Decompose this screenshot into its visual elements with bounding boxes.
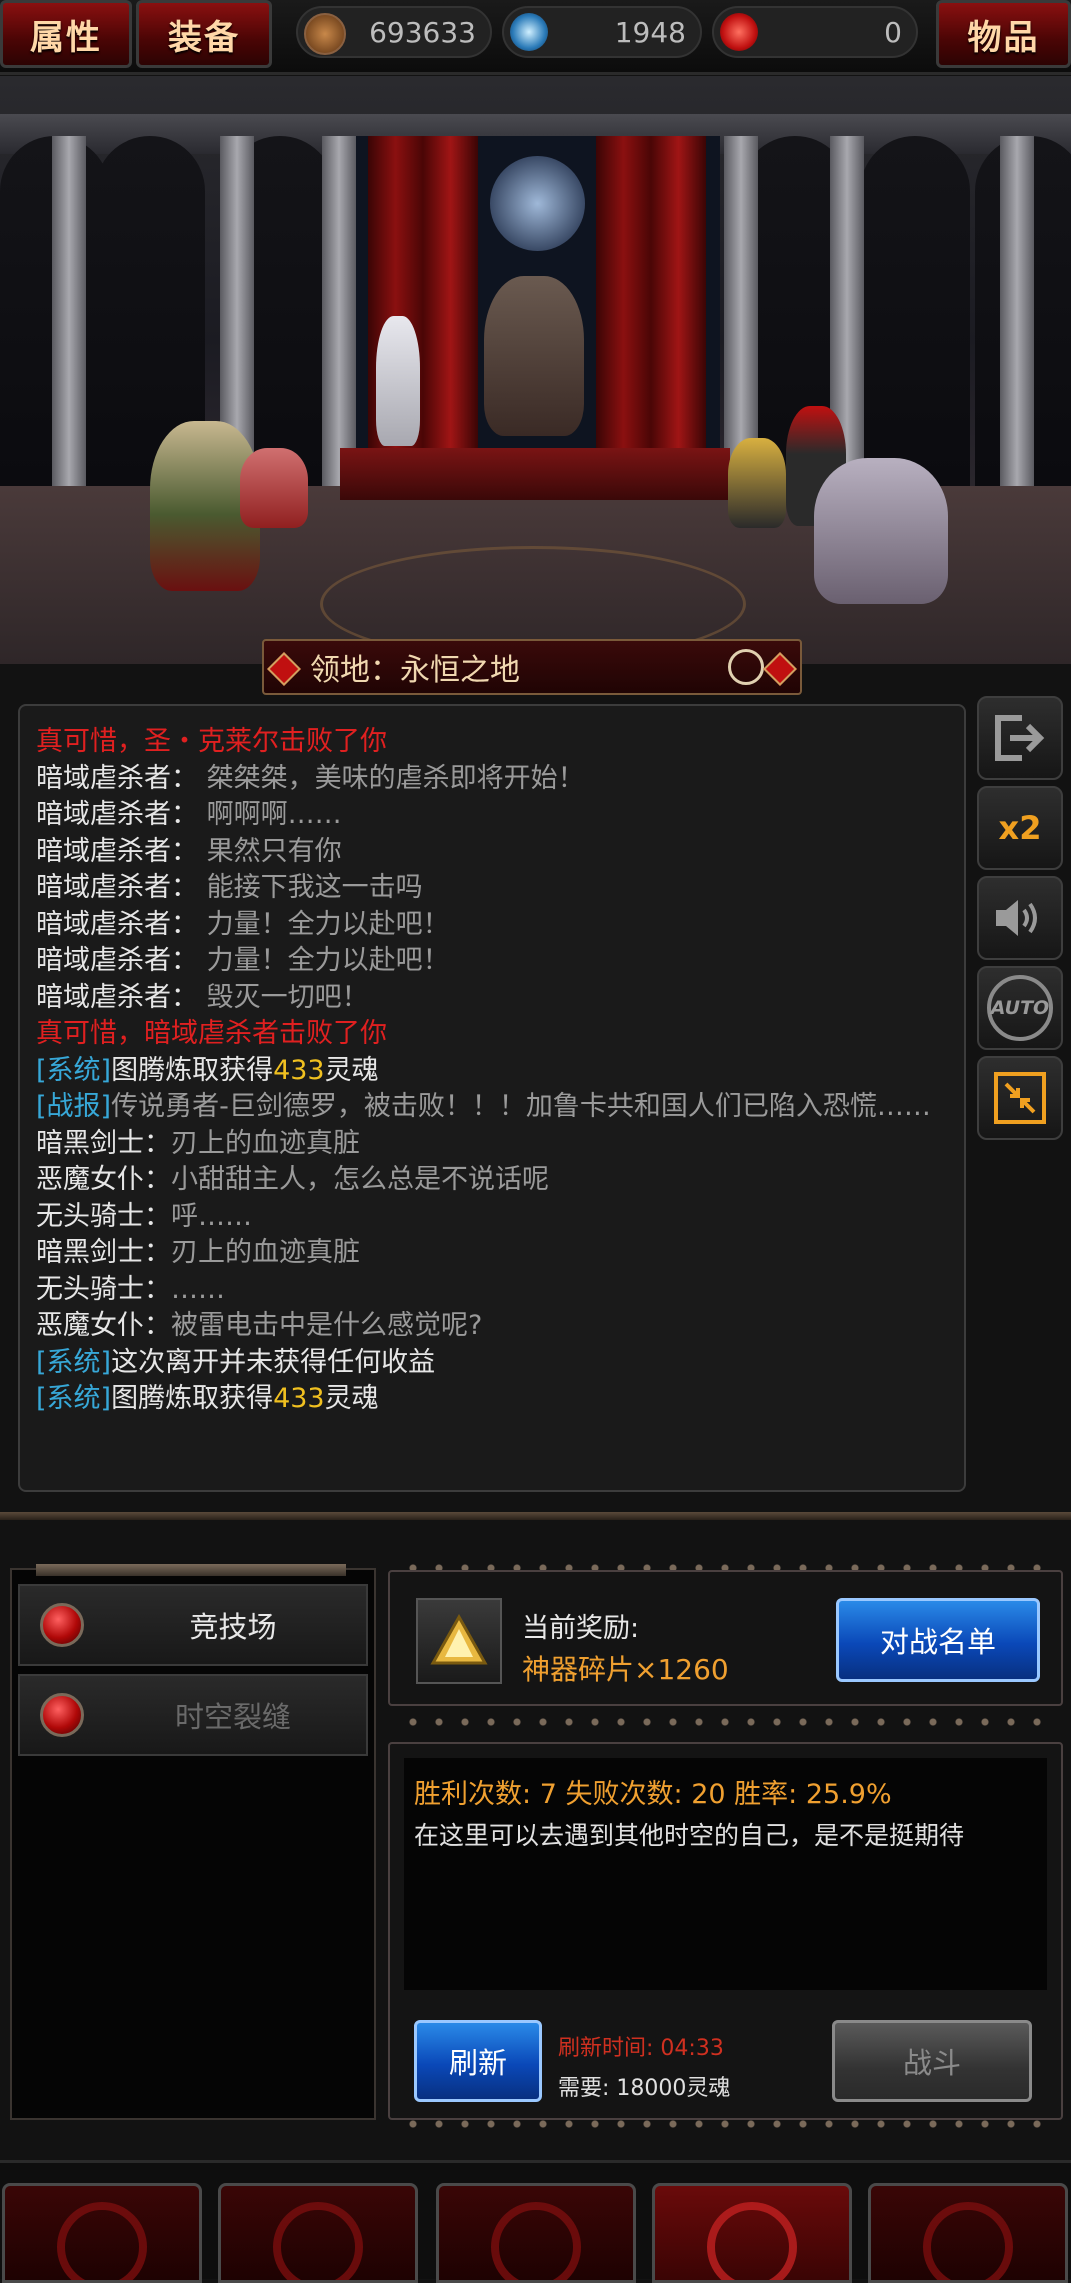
panel-cap <box>36 1564 346 1576</box>
nav-button[interactable] <box>2 2183 202 2283</box>
shrink-arrows-icon <box>1004 1082 1036 1114</box>
banner-gem-right <box>763 652 797 686</box>
panel-studs <box>400 2118 1050 2130</box>
nav-button-active[interactable] <box>652 2183 852 2283</box>
shrink-view-button[interactable] <box>977 1056 1063 1140</box>
log-line: [系统]这次离开并未获得任何收益 <box>36 1346 436 1378</box>
coin-counter: 693633 <box>296 6 492 58</box>
zone-refresh-icon[interactable] <box>728 649 764 685</box>
throne-boss <box>484 276 584 436</box>
log-line: 恶魔女仆：小甜甜主人，怎么总是不说话呢 <box>36 1164 549 1195</box>
battle-scene <box>0 76 1071 664</box>
triangle-shard-icon <box>430 1613 488 1665</box>
log-line: 暗域虐杀者： 啊啊啊…… <box>36 799 342 830</box>
mode-rift[interactable]: 时空裂缝 <box>18 1674 368 1756</box>
artifact-shard-icon <box>416 1598 502 1684</box>
speed-toggle-button[interactable]: x2 <box>977 786 1063 870</box>
coin-value: 693633 <box>369 15 476 49</box>
log-line: 真可惜，暗域虐杀者击败了你 <box>36 1018 387 1049</box>
nav-rune-icon <box>491 2202 581 2280</box>
section-divider <box>0 1512 1071 1520</box>
refresh-cost: 需要: 18000灵魂 <box>558 2076 731 2101</box>
nav-button[interactable] <box>436 2183 636 2283</box>
refresh-button[interactable]: 刷新 <box>414 2020 542 2102</box>
log-line: 暗域虐杀者： 能接下我这一击吗 <box>36 872 423 903</box>
win-rate-value: 25.9% <box>805 1779 892 1810</box>
battle-log[interactable]: 真可惜，圣・克莱尔击败了你 暗域虐杀者： 桀桀桀，美味的虐杀即将开始！ 暗域虐杀… <box>18 704 966 1492</box>
enemy-beast <box>814 458 948 604</box>
log-line: 恶魔女仆：被雷电击中是什么感觉呢? <box>36 1310 483 1341</box>
losses-value: 20 <box>691 1779 726 1810</box>
log-line: [战报]传说勇者-巨剑德罗，被击败！！！加鲁卡共和国人们已陷入恐慌…… <box>36 1091 931 1122</box>
nav-emblem-icon <box>707 2202 797 2280</box>
mode-description: 在这里可以去遇到其他时空的自己，是不是挺期待 <box>414 1821 965 1850</box>
stats-panel: 胜利次数: 7 失败次数: 20 胜率: 25.9% 在这里可以去遇到其他时空的… <box>388 1742 1063 2120</box>
bottom-nav <box>0 2160 1071 2283</box>
star-coin-icon <box>304 13 346 55</box>
nav-gear-icon <box>57 2202 147 2280</box>
nav-swords-icon <box>273 2202 363 2280</box>
shrink-icon <box>994 1072 1046 1124</box>
auto-ring-icon: AUTO <box>987 975 1053 1041</box>
mode-label: 竞技场 <box>189 1610 277 1644</box>
speed-label: x2 <box>998 809 1042 847</box>
log-line: 暗域虐杀者： 力量！全力以赴吧！ <box>36 908 450 940</box>
blue-skull-gem-icon <box>510 13 548 51</box>
gem-counter: 1948 <box>502 6 702 58</box>
fight-button[interactable]: 战斗 <box>832 2020 1032 2102</box>
reward-panel: 当前奖励: 神器碎片×1260 对战名单 <box>388 1570 1063 1706</box>
red-orb-icon <box>40 1603 84 1647</box>
throne-steps <box>340 448 730 500</box>
equipment-button[interactable]: 装备 <box>136 0 272 68</box>
log-line: 暗域虐杀者： 桀桀桀，美味的虐杀即将开始！ <box>36 762 585 794</box>
log-line: 无头骑士：…… <box>36 1273 225 1305</box>
enemy-imp <box>728 438 786 528</box>
mode-arena[interactable]: 竞技场 <box>18 1584 368 1666</box>
log-line: 暗域虐杀者： 毁灭一切吧！ <box>36 981 369 1013</box>
auto-label: AUTO <box>990 997 1050 1019</box>
hero-companion <box>240 448 308 528</box>
win-loss-line: 胜利次数: 7 失败次数: 20 胜率: 25.9% <box>414 1779 892 1810</box>
gem-value: 1948 <box>614 15 686 49</box>
refresh-time: 刷新时间: 04:33 <box>558 2036 724 2061</box>
log-line: 无头骑士：呼…… <box>36 1200 252 1232</box>
log-line: [系统]图腾炼取获得433灵魂 <box>36 1383 379 1414</box>
log-line: 暗黑剑士：刃上的血迹真脏 <box>36 1237 360 1268</box>
banner-gem-left <box>267 652 301 686</box>
red-emblem-icon <box>720 13 758 51</box>
stats-box: 胜利次数: 7 失败次数: 20 胜率: 25.9% 在这里可以去遇到其他时空的… <box>404 1758 1047 1990</box>
auto-battle-button[interactable]: AUTO <box>977 966 1063 1050</box>
attributes-button[interactable]: 属性 <box>0 0 132 68</box>
reward-title: 当前奖励: <box>522 1613 640 1644</box>
reward-item: 神器碎片×1260 <box>522 1653 729 1686</box>
nav-circle-icon <box>923 2202 1013 2280</box>
nav-button[interactable] <box>868 2183 1068 2283</box>
exit-icon <box>995 715 1045 761</box>
nav-button[interactable] <box>218 2183 418 2283</box>
zone-banner: 领地：永恒之地 <box>262 639 802 695</box>
pillar <box>52 136 86 536</box>
white-maiden <box>376 316 420 446</box>
log-line: 暗黑剑士：刃上的血迹真脏 <box>36 1127 360 1159</box>
pillar <box>1000 136 1034 536</box>
panel-studs <box>400 1716 1050 1728</box>
sound-button[interactable] <box>977 876 1063 960</box>
battle-list-button[interactable]: 对战名单 <box>836 1598 1040 1682</box>
top-bar: 属性 装备 693633 1948 0 物品 <box>0 0 1071 75</box>
log-line: 暗域虐杀者： 力量！全力以赴吧！ <box>36 945 450 976</box>
log-line: 暗域虐杀者： 果然只有你 <box>36 835 342 867</box>
log-line: 真可惜，圣・克莱尔击败了你 <box>36 726 387 757</box>
mode-list: 竞技场 时空裂缝 <box>10 1564 376 2120</box>
red-orb-icon <box>40 1693 84 1737</box>
wins-value: 7 <box>539 1779 557 1810</box>
zone-label: 领地：永恒之地 <box>310 653 520 688</box>
log-line: [系统]图腾炼取获得433灵魂 <box>36 1054 379 1086</box>
emblem-counter: 0 <box>712 6 918 58</box>
rose-window <box>490 156 585 251</box>
speaker-icon <box>996 900 1037 936</box>
items-button[interactable]: 物品 <box>936 0 1071 68</box>
emblem-value: 0 <box>884 15 902 49</box>
mode-label: 时空裂缝 <box>174 1700 291 1734</box>
exit-button[interactable] <box>977 696 1063 780</box>
